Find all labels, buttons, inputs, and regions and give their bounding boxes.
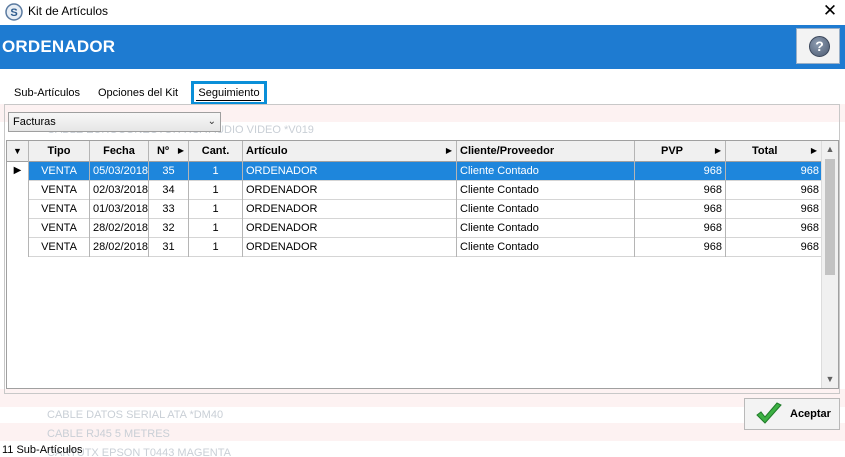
cell-cantidad: 1 (189, 200, 243, 219)
column-arrow-icon: ▶ (714, 146, 721, 155)
cell-fecha: 01/03/2018 (90, 200, 149, 219)
cell-pvp: 968 (635, 238, 726, 257)
column-header-pvp[interactable]: PVP ▶ (635, 141, 726, 162)
column-arrow-icon: ▶ (445, 146, 452, 155)
table-row[interactable]: ▶ VENTA 05/03/2018 35 1 ORDENADOR Client… (7, 162, 822, 181)
ghost-row: CABLE RJ45 5 METRES (47, 428, 170, 440)
cell-articulo: ORDENADOR (243, 162, 457, 181)
row-selector[interactable] (7, 181, 29, 200)
grid-header: ▼ Tipo Fecha Nº ▶ Cant. Artículo ▶ Cliente… (7, 141, 822, 162)
cell-tipo: VENTA (29, 181, 90, 200)
cell-tipo: VENTA (29, 162, 90, 181)
help-button[interactable]: ? (796, 28, 840, 64)
window-title: Kit de Artículos (28, 4, 109, 18)
row-selector[interactable] (7, 238, 29, 257)
column-header-cliente[interactable]: Cliente/Proveedor (457, 141, 635, 162)
cell-cliente: Cliente Contado (457, 238, 635, 257)
cell-cantidad: 1 (189, 238, 243, 257)
column-header-tipo[interactable]: Tipo (29, 141, 90, 162)
row-selector-header[interactable]: ▼ (7, 141, 29, 162)
document-type-select[interactable]: Facturas ⌄ (8, 112, 221, 132)
column-header-cantidad[interactable]: Cant. (189, 141, 243, 162)
cell-articulo: ORDENADOR (243, 181, 457, 200)
cell-numero: 33 (149, 200, 189, 219)
cell-cantidad: 1 (189, 162, 243, 181)
svg-text:S: S (10, 7, 17, 19)
cell-pvp: 968 (635, 200, 726, 219)
cell-cliente: Cliente Contado (457, 181, 635, 200)
cell-numero: 32 (149, 219, 189, 238)
cell-total: 968 (800, 222, 819, 234)
cell-pvp: 968 (635, 181, 726, 200)
column-header-numero-label: Nº (157, 145, 169, 157)
scroll-up-icon[interactable]: ▲ (822, 141, 838, 158)
cell-total: 968 (800, 184, 819, 196)
cell-articulo: ORDENADOR (243, 238, 457, 257)
chevron-down-icon: ⌄ (207, 116, 216, 127)
row-selector[interactable] (7, 219, 29, 238)
status-count: 11 Sub-Artículos (2, 444, 83, 456)
cell-fecha: 28/02/2018 (90, 238, 149, 257)
current-row-icon: ▶ (7, 162, 29, 181)
cell-cliente: Cliente Contado (457, 162, 635, 181)
scroll-down-icon[interactable]: ▼ (822, 371, 838, 388)
grid-vertical-scrollbar[interactable]: ▲ ▼ (821, 141, 838, 388)
cell-numero: 31 (149, 238, 189, 257)
cell-pvp: 968 (635, 219, 726, 238)
column-arrow-icon: ▶ (810, 146, 817, 155)
page-title: ORDENADOR (2, 37, 116, 56)
cell-cantidad: 1 (189, 181, 243, 200)
tab-sub-articulos[interactable]: Sub-Artículos (14, 87, 80, 99)
cell-articulo: ORDENADOR (243, 219, 457, 238)
ghost-band (0, 423, 845, 441)
table-row[interactable]: VENTA 28/02/2018 32 1 ORDENADOR Cliente … (7, 219, 822, 238)
document-type-value: Facturas (13, 116, 56, 128)
ghost-row: CABLE DATOS SERIAL ATA *DM40 (47, 409, 224, 421)
row-selector[interactable] (7, 200, 29, 219)
app-logo-icon: S (5, 3, 23, 21)
table-row[interactable]: VENTA 01/03/2018 33 1 ORDENADOR Cliente … (7, 200, 822, 219)
tracking-grid[interactable]: ▼ Tipo Fecha Nº ▶ Cant. Artículo ▶ Cliente… (6, 140, 839, 389)
tab-opciones-kit[interactable]: Opciones del Kit (98, 87, 178, 99)
column-header-total-label: Total (752, 145, 778, 157)
close-icon[interactable]: ✕ (821, 1, 839, 21)
column-header-numero[interactable]: Nº ▶ (149, 141, 189, 162)
cell-numero: 35 (149, 162, 189, 181)
column-header-total[interactable]: Total ▶ (726, 141, 822, 162)
header-band: ORDENADOR (0, 25, 845, 69)
check-icon (756, 402, 782, 424)
cell-cliente: Cliente Contado (457, 219, 635, 238)
cell-numero: 34 (149, 181, 189, 200)
cell-tipo: VENTA (29, 238, 90, 257)
column-arrow-icon: ▶ (177, 146, 184, 155)
tab-active-underline (196, 100, 261, 101)
cell-tipo: VENTA (29, 200, 90, 219)
help-icon: ? (809, 36, 830, 57)
cell-total: 968 (800, 241, 819, 253)
cell-fecha: 05/03/2018 (90, 162, 149, 181)
sort-down-icon: ▼ (13, 146, 22, 156)
cell-total: 968 (800, 165, 819, 177)
tab-seguimiento[interactable]: Seguimiento (191, 81, 267, 105)
window-titlebar: S Kit de Artículos ✕ (0, 0, 845, 24)
cell-fecha: 28/02/2018 (90, 219, 149, 238)
table-row[interactable]: VENTA 02/03/2018 34 1 ORDENADOR Cliente … (7, 181, 822, 200)
column-header-articulo[interactable]: Artículo ▶ (243, 141, 457, 162)
scroll-thumb[interactable] (825, 159, 835, 275)
accept-button[interactable]: Aceptar (744, 398, 840, 430)
cell-pvp: 968 (635, 162, 726, 181)
cell-cantidad: 1 (189, 219, 243, 238)
accept-button-label: Aceptar (790, 408, 831, 420)
column-header-pvp-label: PVP (661, 145, 684, 157)
column-header-fecha[interactable]: Fecha (90, 141, 149, 162)
column-header-articulo-label: Artículo (246, 145, 288, 157)
cell-tipo: VENTA (29, 219, 90, 238)
cell-articulo: ORDENADOR (243, 200, 457, 219)
table-row[interactable]: VENTA 28/02/2018 31 1 ORDENADOR Cliente … (7, 238, 822, 257)
cell-cliente: Cliente Contado (457, 200, 635, 219)
cell-fecha: 02/03/2018 (90, 181, 149, 200)
cell-total: 968 (800, 203, 819, 215)
